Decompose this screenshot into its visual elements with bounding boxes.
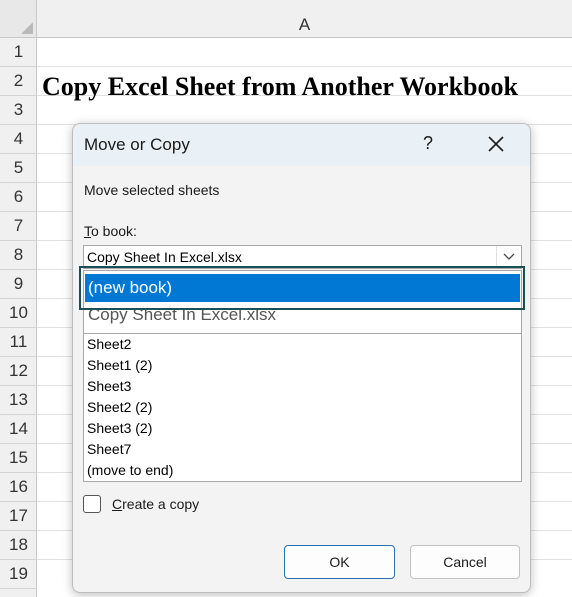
select-all-corner[interactable] bbox=[0, 0, 37, 38]
list-item[interactable]: Sheet3 bbox=[87, 378, 131, 394]
list-item[interactable]: (move to end) bbox=[87, 462, 173, 478]
row-header[interactable]: 14 bbox=[0, 415, 37, 444]
list-item[interactable]: Sheet7 bbox=[87, 441, 131, 457]
row-header[interactable]: 3 bbox=[0, 96, 37, 125]
row-header[interactable]: 9 bbox=[0, 270, 37, 299]
column-header-a[interactable]: A bbox=[37, 0, 572, 38]
row-header[interactable]: 16 bbox=[0, 473, 37, 502]
dropdown-button[interactable] bbox=[496, 246, 521, 268]
list-item[interactable]: Sheet3 (2) bbox=[87, 420, 152, 436]
dialog-titlebar[interactable]: Move or Copy ? bbox=[73, 124, 530, 166]
row-header[interactable]: 13 bbox=[0, 386, 37, 415]
move-or-copy-dialog: Move or Copy ? Move selected sheets To b… bbox=[72, 123, 531, 593]
ok-button[interactable]: OK bbox=[284, 545, 395, 579]
row-header[interactable]: 1 bbox=[0, 38, 37, 67]
cancel-button[interactable]: Cancel bbox=[410, 545, 520, 579]
dialog-description: Move selected sheets bbox=[84, 182, 220, 198]
row-header[interactable]: 8 bbox=[0, 241, 37, 270]
list-item[interactable]: Sheet2 bbox=[87, 336, 131, 352]
to-book-label: To book: bbox=[84, 223, 137, 239]
row-header[interactable]: 2 bbox=[0, 67, 37, 96]
column-label: A bbox=[298, 15, 311, 34]
row-header[interactable]: 19 bbox=[0, 560, 37, 589]
create-copy-accel: C bbox=[112, 496, 123, 512]
row-header[interactable]: 4 bbox=[0, 125, 37, 154]
row-header[interactable]: 11 bbox=[0, 328, 37, 357]
row-header[interactable]: 12 bbox=[0, 357, 37, 386]
row-header[interactable]: 5 bbox=[0, 154, 37, 183]
row-headers: 1 2 3 4 5 6 7 8 9 10 11 12 13 14 15 16 1… bbox=[0, 38, 37, 597]
create-copy-label-rest: reate a copy bbox=[122, 496, 200, 512]
to-book-accel: T bbox=[84, 223, 91, 239]
close-icon bbox=[488, 136, 504, 152]
to-book-label-rest: o book: bbox=[91, 223, 137, 239]
dialog-title: Move or Copy bbox=[84, 135, 190, 154]
highlight-box bbox=[79, 266, 525, 310]
row-header[interactable]: 17 bbox=[0, 502, 37, 531]
row-header[interactable]: 18 bbox=[0, 531, 37, 560]
create-copy-checkbox[interactable] bbox=[83, 495, 101, 513]
row-header[interactable]: 7 bbox=[0, 212, 37, 241]
list-item[interactable]: Sheet2 (2) bbox=[87, 399, 152, 415]
list-item[interactable]: Sheet1 (2) bbox=[87, 357, 152, 373]
cell-title[interactable]: Copy Excel Sheet from Another Workbook bbox=[42, 72, 518, 102]
create-copy-label[interactable]: Create a copy bbox=[112, 496, 199, 512]
close-button[interactable] bbox=[483, 130, 509, 158]
to-book-value: Copy Sheet In Excel.xlsx bbox=[87, 249, 242, 265]
before-sheet-list[interactable]: Sheet2 Sheet1 (2) Sheet3 Sheet2 (2) Shee… bbox=[83, 334, 522, 482]
gridline bbox=[37, 66, 572, 67]
chevron-down-icon bbox=[503, 253, 515, 260]
row-header[interactable]: 6 bbox=[0, 183, 37, 212]
row-header[interactable]: 15 bbox=[0, 444, 37, 473]
row-header[interactable]: 10 bbox=[0, 299, 37, 328]
help-button[interactable]: ? bbox=[418, 133, 438, 154]
select-all-triangle-icon bbox=[21, 22, 33, 34]
